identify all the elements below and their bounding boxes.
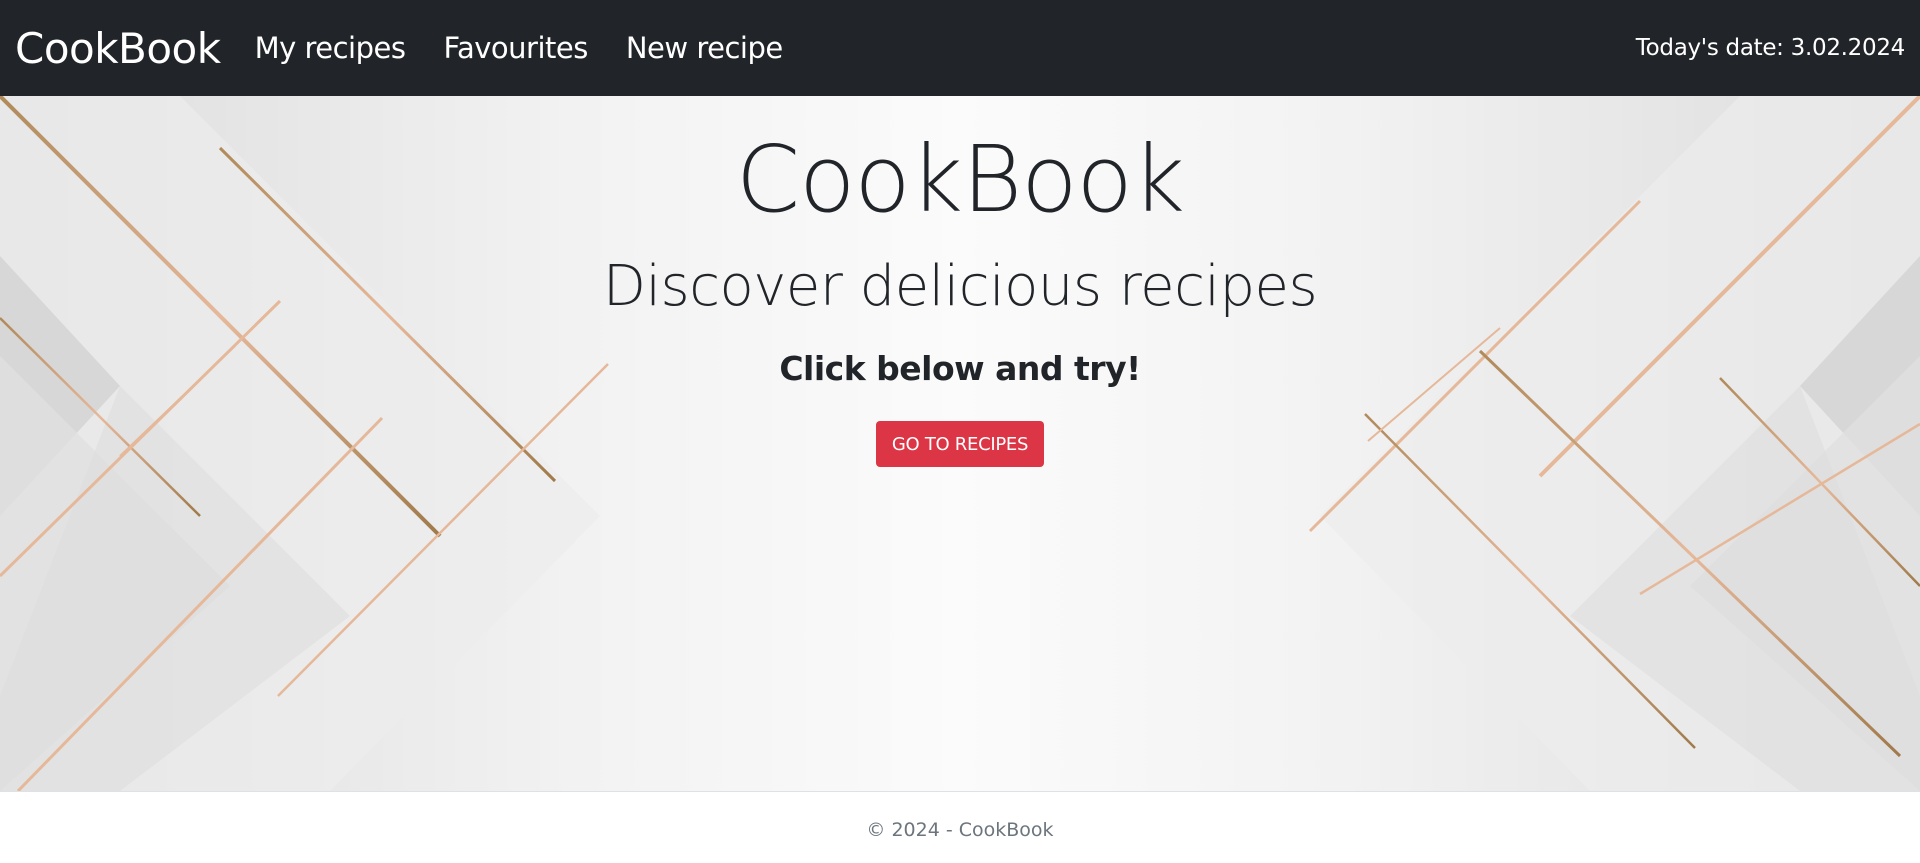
nav-link-new-recipe[interactable]: New recipe bbox=[626, 31, 783, 65]
nav-link-my-recipes[interactable]: My recipes bbox=[255, 31, 406, 65]
footer-copyright: © 2024 - CookBook bbox=[866, 819, 1054, 841]
hero-section: CookBook Discover delicious recipes Clic… bbox=[0, 96, 1920, 791]
hero-cta-text: Click below and try! bbox=[779, 349, 1141, 388]
hero-title: CookBook bbox=[735, 126, 1185, 233]
nav-link-favourites[interactable]: Favourites bbox=[443, 31, 588, 65]
hero-subtitle: Discover delicious recipes bbox=[602, 254, 1318, 319]
nav-links: My recipes Favourites New recipe bbox=[255, 31, 821, 65]
top-navbar: CookBook My recipes Favourites New recip… bbox=[0, 0, 1920, 96]
todays-date: Today's date: 3.02.2024 bbox=[1635, 35, 1906, 61]
brand-link[interactable]: CookBook bbox=[15, 24, 221, 73]
page-footer: © 2024 - CookBook bbox=[0, 791, 1920, 863]
go-to-recipes-button[interactable]: GO TO RECIPES bbox=[876, 421, 1044, 467]
